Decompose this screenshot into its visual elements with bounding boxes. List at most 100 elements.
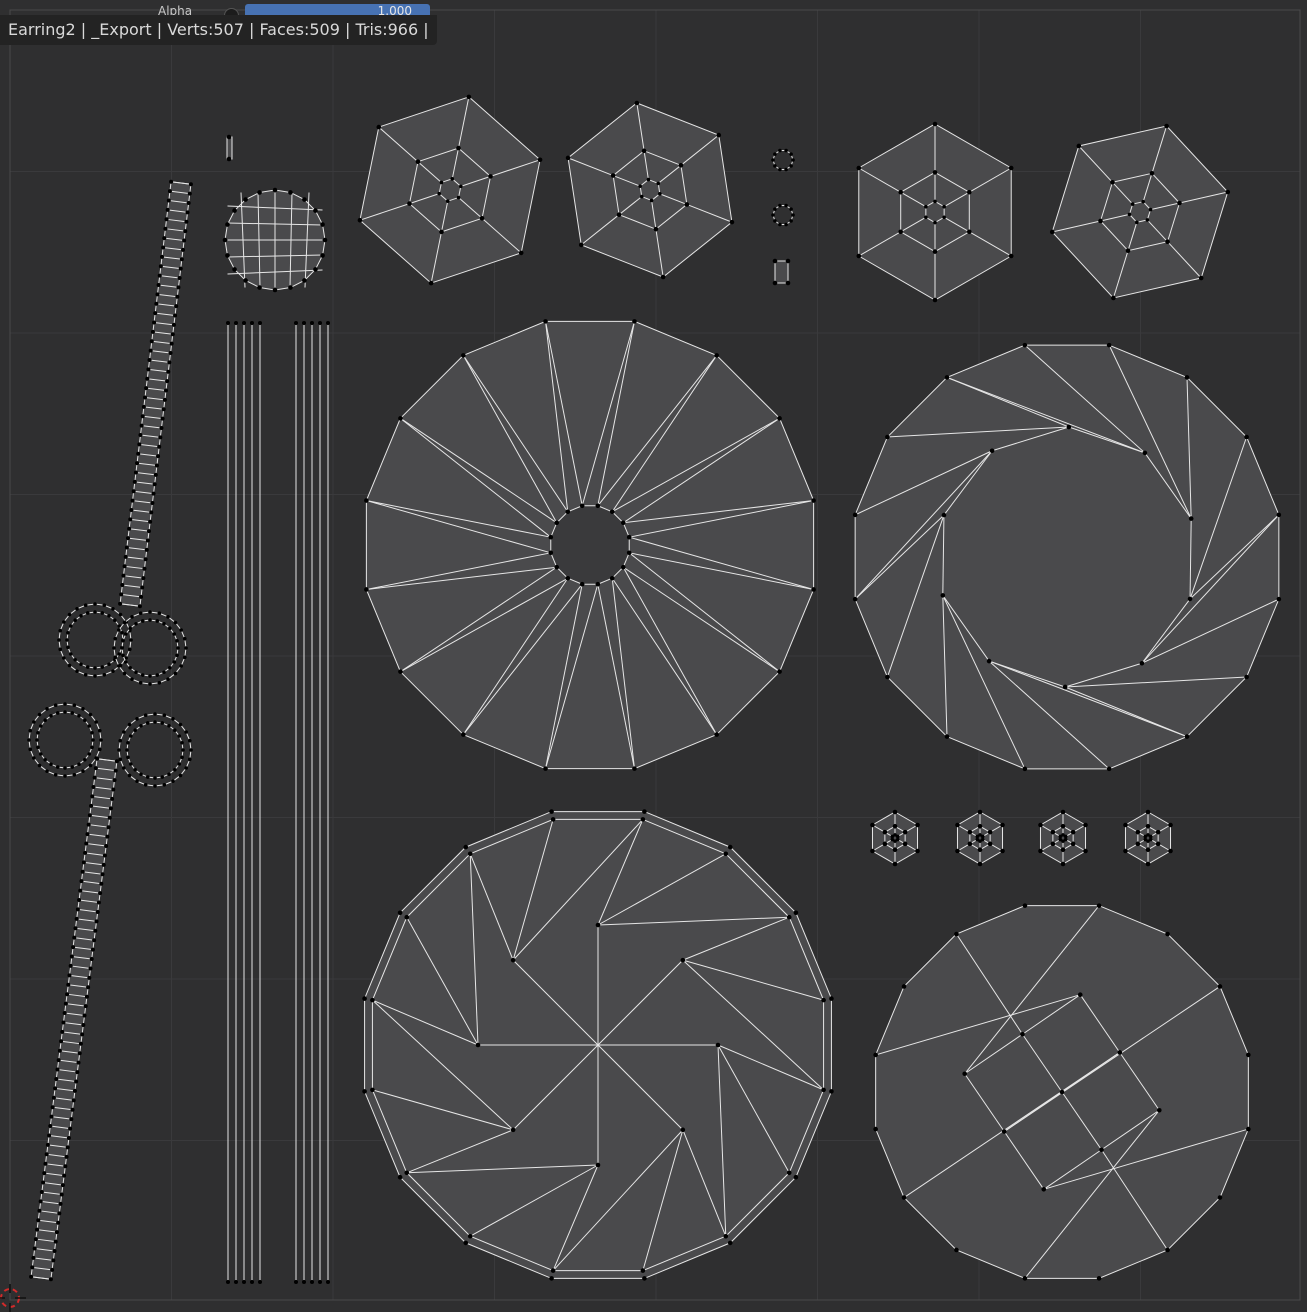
uv-vertex [895, 834, 900, 839]
uv-vertex [112, 618, 117, 623]
uv-vertex [437, 191, 441, 196]
uv-vertex [167, 189, 172, 194]
uv-vertex [166, 369, 171, 374]
uv-vertex [59, 1192, 64, 1197]
uv-vertex [656, 181, 661, 186]
uv-vertex [1165, 931, 1170, 937]
uv-vertex [57, 1211, 62, 1216]
uv-vertex [97, 728, 102, 733]
uv-editor-viewport[interactable]: Alpha 1.000 Earring2 | _Export | Verts:5… [0, 0, 1307, 1312]
uv-vertex [129, 508, 134, 513]
uv-vertex [1066, 424, 1072, 430]
uv-vertex [63, 1164, 68, 1169]
uv-vertex [49, 713, 53, 718]
uv-vertex [81, 860, 86, 865]
uv-vertex [318, 1280, 322, 1284]
uv-vertex [225, 222, 230, 227]
uv-vertex [793, 910, 799, 916]
uv-vertex [77, 762, 81, 767]
uv-vertex [61, 1020, 66, 1025]
uv-vertex [1145, 809, 1151, 815]
uv-vertex [144, 547, 149, 552]
uv-vertex [167, 723, 171, 728]
uv-vertex [59, 1039, 64, 1044]
uv-vertex [1058, 834, 1063, 839]
uv-vertex [616, 212, 622, 218]
uv-vertex [133, 470, 138, 475]
uv-vertex [141, 576, 146, 581]
uv-vertex [162, 670, 166, 675]
uv-vertex [397, 910, 403, 916]
uv-vertex [975, 834, 980, 839]
uv-vertex [148, 674, 152, 678]
uv-vertex [85, 832, 90, 837]
uv-vertex [543, 766, 548, 771]
uv-vertex [72, 772, 77, 777]
uv-vertex [164, 217, 169, 222]
uv-vertex [180, 247, 185, 252]
uv-vertex [821, 997, 826, 1003]
uv-vertex [166, 677, 170, 681]
uv-vertex [131, 489, 136, 494]
uv-vertex [456, 195, 461, 200]
uv-vertex [1148, 207, 1153, 212]
uv-vertex [326, 321, 330, 325]
3d-cursor-icon[interactable] [0, 1284, 26, 1312]
uv-vertex [550, 1268, 556, 1273]
uv-vertex [124, 545, 129, 550]
uv-vertex [288, 285, 293, 290]
uv-vertex [32, 720, 36, 724]
uv-vertex [153, 311, 158, 316]
uv-vertex [28, 747, 33, 752]
uv-vertex [977, 861, 983, 867]
uv-vertex [111, 787, 116, 792]
uv-vertex [902, 841, 908, 847]
uv-vertex [63, 710, 67, 714]
uv-vertex [117, 748, 121, 752]
uv-vertex [35, 738, 39, 742]
uv-vertex [117, 664, 121, 668]
uv-vertex [548, 534, 554, 540]
uv-vertex [66, 645, 70, 650]
uv-vertex [133, 728, 138, 733]
uv-vertex [37, 1208, 42, 1213]
uv-vertex [250, 1280, 254, 1284]
uv-vertex [250, 321, 254, 325]
uv-vertex [92, 775, 97, 780]
uv-vertex [772, 280, 778, 286]
uv-vertex [143, 395, 148, 400]
uv-vertex [93, 602, 97, 606]
uv-vertex [67, 612, 72, 617]
object-info-overlay: Earring2 | _Export | Verts:507 | Faces:5… [0, 15, 437, 45]
uv-vertex [85, 665, 90, 669]
uv-vertex [81, 707, 85, 711]
uv-vertex [932, 297, 938, 303]
uv-vertex [942, 204, 946, 209]
uv-vertex [128, 734, 133, 738]
uv-canvas[interactable] [0, 0, 1307, 1312]
uv-vertex [784, 148, 788, 153]
uv-vertex [975, 837, 980, 842]
uv-vertex [51, 1258, 56, 1263]
uv-vertex [179, 257, 184, 262]
uv-vertex [73, 926, 78, 931]
uv-vertex [57, 1048, 62, 1053]
uv-vertex [77, 713, 81, 718]
uv-vertex [87, 724, 92, 728]
uv-vertex [1063, 834, 1068, 839]
uv-vertex [554, 564, 560, 570]
uv-vertex [172, 632, 177, 636]
uv-vertex [89, 803, 94, 808]
uv-vertex [127, 773, 132, 778]
uv-vertex [32, 756, 36, 760]
uv-vertex [73, 618, 78, 623]
uv-vertex [83, 850, 88, 855]
uv-vertex [145, 721, 150, 725]
uv-vertex [313, 267, 318, 272]
uv-vertex [176, 285, 181, 290]
uv-vertex [942, 215, 946, 220]
uv-vertex [182, 238, 187, 243]
uv-vertex [37, 712, 42, 717]
uv-vertex [257, 285, 262, 290]
uv-vertex [188, 182, 193, 187]
